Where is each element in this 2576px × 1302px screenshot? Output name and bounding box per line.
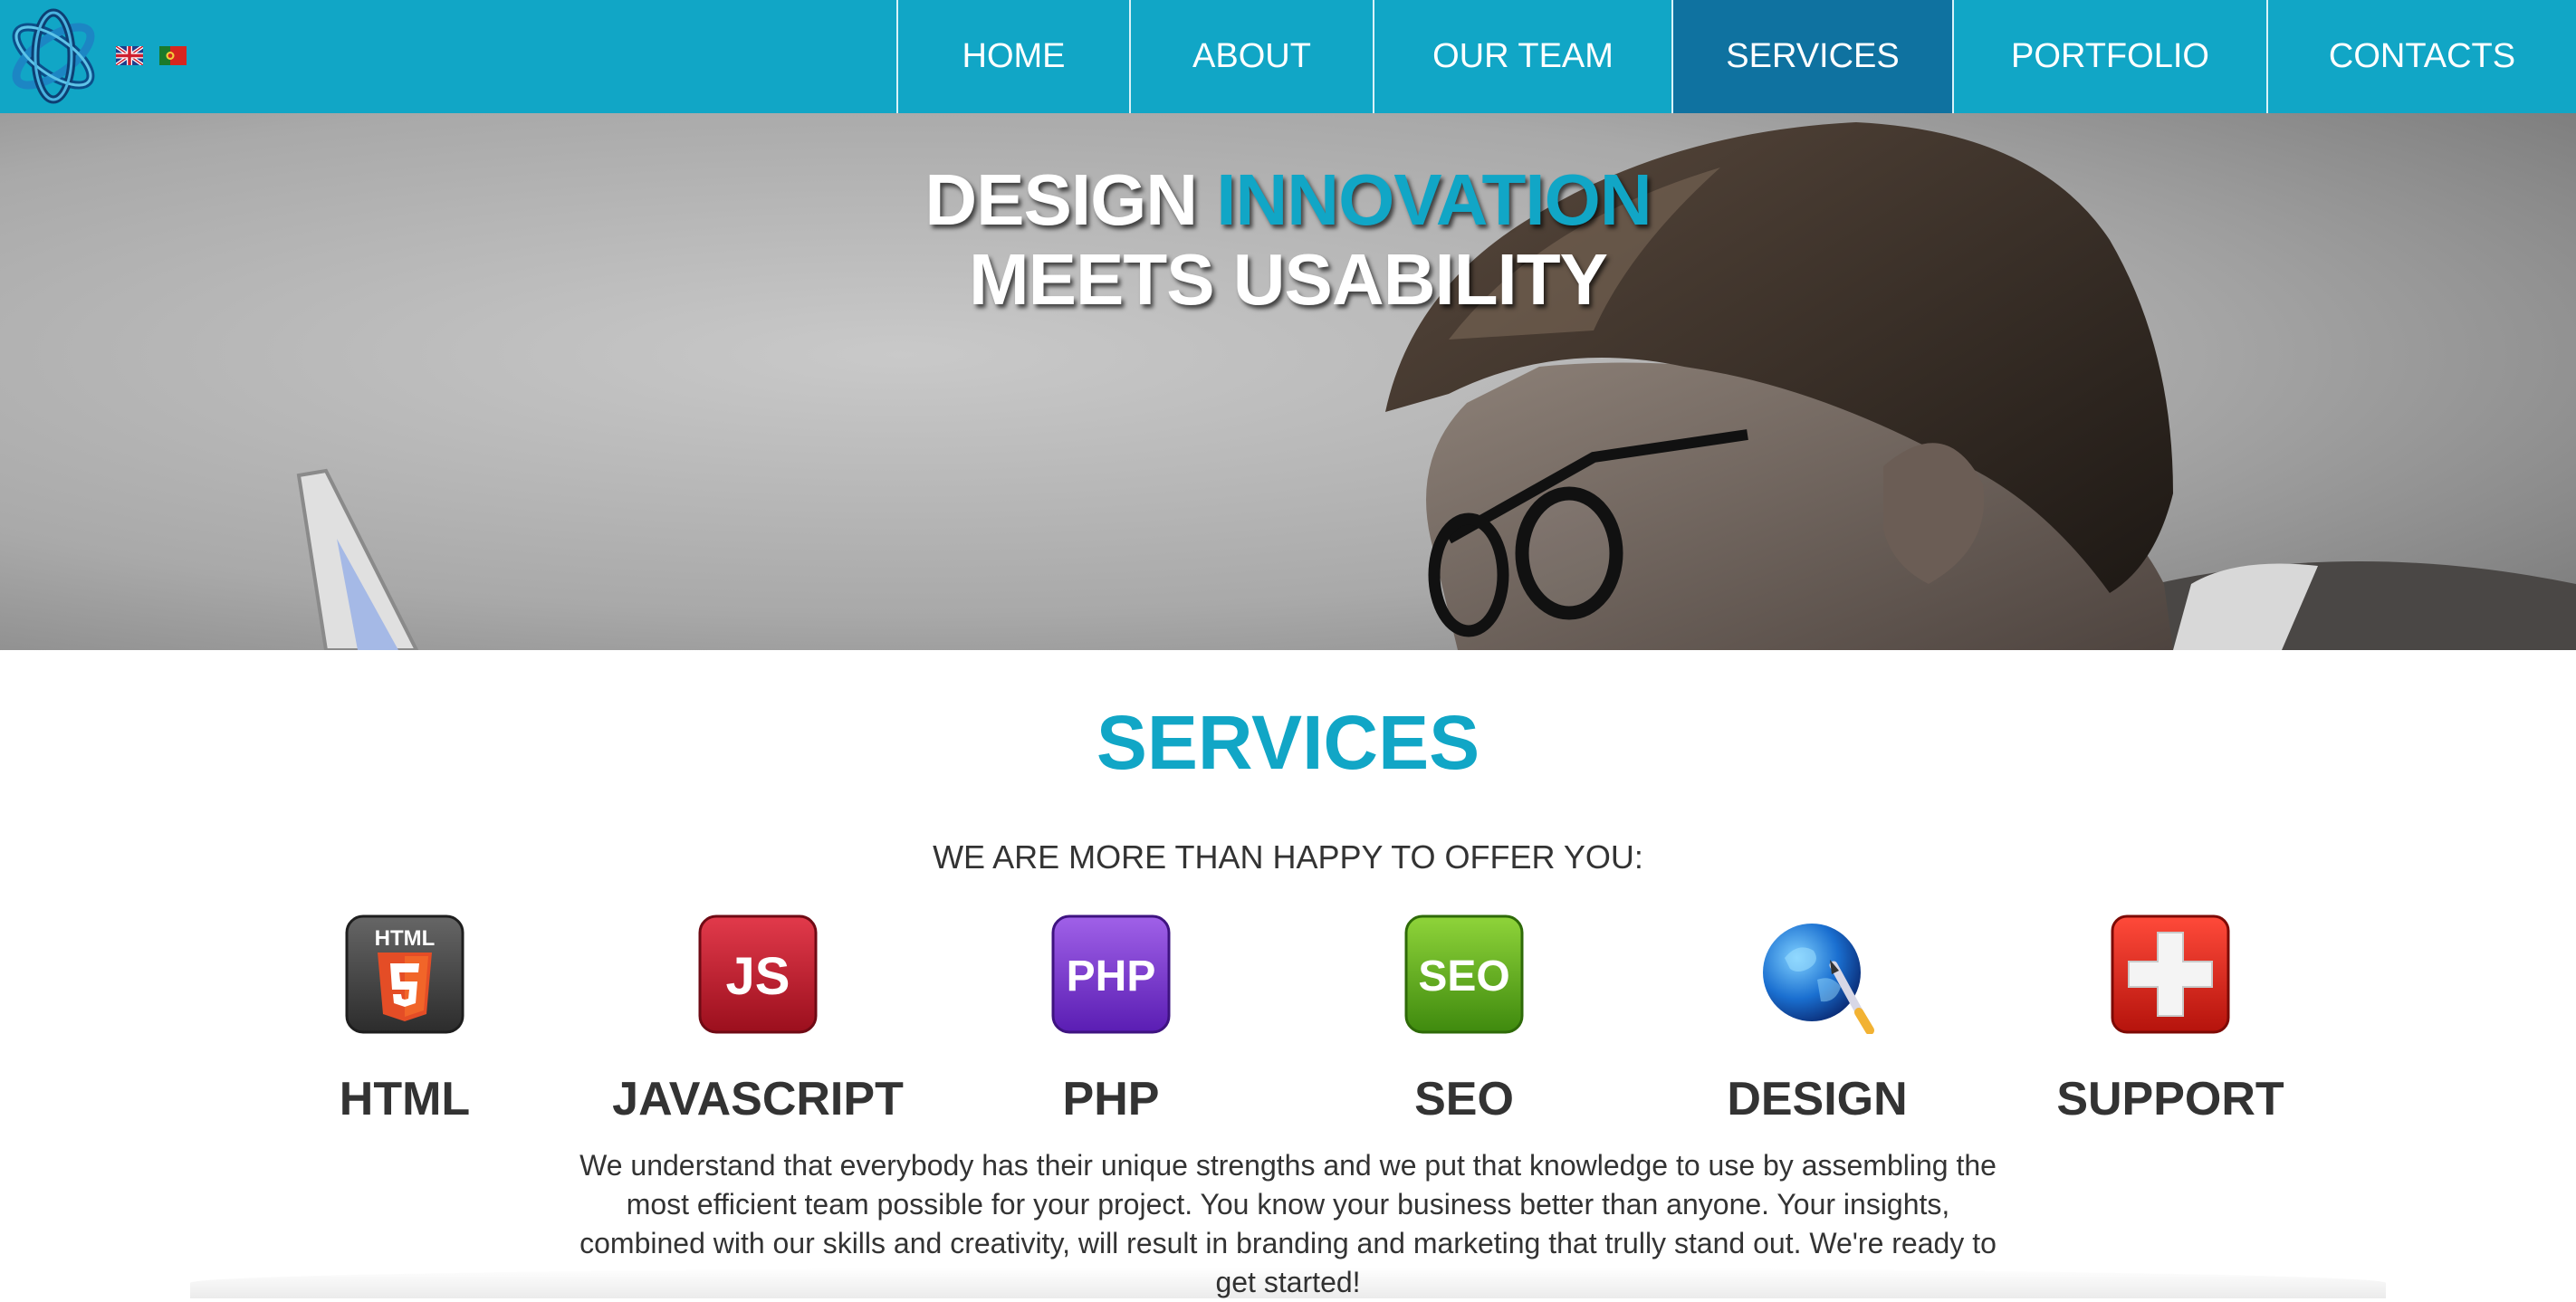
service-name: PHP xyxy=(1062,1073,1160,1125)
globe-brush-icon xyxy=(1763,924,1874,1034)
services-heading: SERVICES xyxy=(1096,700,1480,785)
javascript-badge-label: JS xyxy=(726,947,790,1006)
service-html: HTML HTML xyxy=(224,914,586,1126)
services-subheading: WE ARE MORE THAN HAPPY TO OFFER YOU: xyxy=(933,838,1643,876)
html5-badge-label: HTML xyxy=(375,926,436,951)
hero-title-word2: INNOVATION xyxy=(1216,159,1652,240)
red-cross-icon xyxy=(2111,914,2230,1034)
service-name: JAVASCRIPT xyxy=(612,1073,904,1125)
main-navigation: HOME ABOUT OUR TEAM SERVICES PORTFOLIO C… xyxy=(896,0,2576,113)
nav-about-link[interactable]: ABOUT xyxy=(1129,0,1373,113)
service-php: PHP PHP xyxy=(930,914,1292,1126)
hero-title-word1: DESIGN xyxy=(924,159,1198,240)
html5-icon: HTML xyxy=(345,914,464,1034)
hero-banner: DESIGN INNOVATION MEETS USABILITY xyxy=(0,113,2576,650)
uk-flag-icon[interactable] xyxy=(116,46,143,65)
hero-title: DESIGN INNOVATION MEETS USABILITY xyxy=(0,160,2576,320)
service-support: SUPPORT xyxy=(1989,914,2351,1126)
seo-badge-label: SEO xyxy=(1418,953,1509,1000)
atom-logo-icon[interactable] xyxy=(4,4,103,109)
service-name: HTML xyxy=(339,1073,471,1125)
php-icon: PHP xyxy=(1051,914,1171,1034)
nav-our-team-link[interactable]: OUR TEAM xyxy=(1373,0,1671,113)
nav-portfolio-link[interactable]: PORTFOLIO xyxy=(1952,0,2266,113)
service-name: SUPPORT xyxy=(2056,1073,2284,1125)
hero-title-line2: MEETS USABILITY xyxy=(968,239,1608,320)
top-navigation-bar: HOME ABOUT OUR TEAM SERVICES PORTFOLIO C… xyxy=(0,0,2576,113)
service-design: DESIGN xyxy=(1636,914,1998,1126)
section-divider-shadow xyxy=(190,1268,2386,1298)
nav-home-link[interactable]: HOME xyxy=(896,0,1129,113)
nav-services-link[interactable]: SERVICES xyxy=(1671,0,1952,113)
nav-contacts-link[interactable]: CONTACTS xyxy=(2266,0,2576,113)
javascript-icon: JS xyxy=(698,914,818,1034)
service-name: SEO xyxy=(1414,1073,1514,1125)
service-name: DESIGN xyxy=(1727,1073,1908,1125)
service-seo: SEO SEO xyxy=(1283,914,1645,1126)
seo-icon: SEO xyxy=(1404,914,1524,1034)
service-javascript: JS JAVASCRIPT xyxy=(577,914,939,1126)
portugal-flag-icon[interactable] xyxy=(159,46,187,65)
php-badge-label: PHP xyxy=(1067,953,1156,1000)
